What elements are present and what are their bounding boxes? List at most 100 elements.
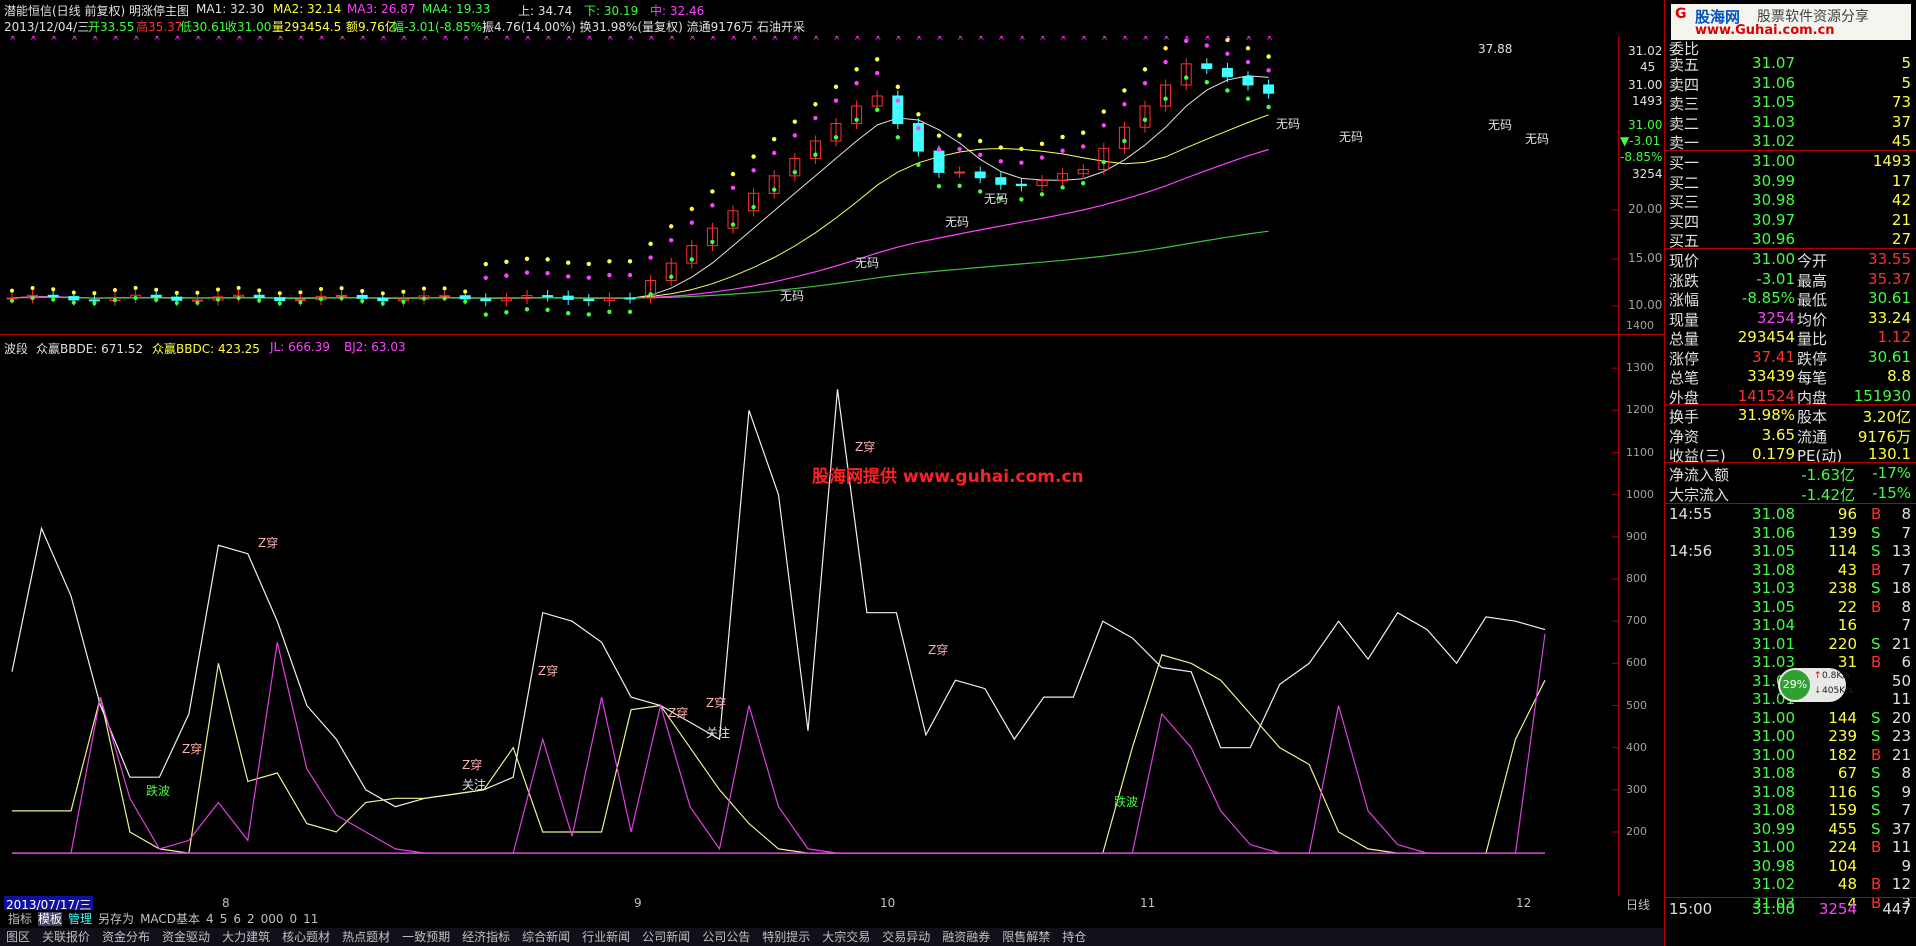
annotation-wuma: 无码 bbox=[855, 256, 880, 270]
tick-row[interactable]: 31.02 48 B 12 bbox=[1665, 875, 1916, 895]
tick-row[interactable]: 31.05 22 B 8 bbox=[1665, 598, 1916, 618]
bid-row[interactable]: 买五 30.96 27 bbox=[1665, 230, 1916, 250]
toolbar-template[interactable]: 模板 bbox=[38, 912, 63, 926]
ask-volume: 5 bbox=[1901, 54, 1911, 72]
tick-row[interactable]: 31.01 220 S 21 bbox=[1665, 635, 1916, 655]
bid-row[interactable]: 买二 30.99 17 bbox=[1665, 172, 1916, 192]
tick-row[interactable]: 30.99 455 S 37 bbox=[1665, 820, 1916, 840]
series-line-1 bbox=[11, 389, 1546, 808]
info-tab[interactable]: 热点题材 bbox=[342, 930, 390, 944]
info-tab[interactable]: 交易异动 bbox=[882, 930, 930, 944]
tick-row[interactable]: 31.04 16 7 bbox=[1665, 616, 1916, 636]
toolbar-param[interactable]: 4 bbox=[206, 912, 214, 926]
tick-row[interactable]: 31.08 116 S 9 bbox=[1665, 783, 1916, 803]
y-axis-label: 700 bbox=[1626, 614, 1647, 628]
toolbar-save-as[interactable]: 另存为 bbox=[98, 912, 134, 926]
tick-row[interactable]: 31.00 144 S 20 bbox=[1665, 709, 1916, 729]
toolbar-indicator[interactable]: 指标 bbox=[8, 912, 32, 926]
signal-dot-yellow bbox=[854, 67, 859, 72]
info-tab[interactable]: 核心题材 bbox=[282, 930, 330, 944]
candlestick-chart[interactable]: × × × × × × × × × × × × × × × × × × × × × × × × × × × × × × × × × × × × × × × ×… bbox=[0, 36, 1618, 334]
signal-dot-yellow bbox=[463, 289, 468, 294]
info-tab[interactable]: 大力建筑 bbox=[222, 930, 270, 944]
ask-row[interactable]: 卖二 31.03 37 bbox=[1665, 113, 1916, 133]
stat-row[interactable]: 现量 3254 均价 33.24 bbox=[1665, 309, 1916, 329]
info-tab[interactable]: 行业新闻 bbox=[582, 930, 630, 944]
ask-row[interactable]: 卖四 31.06 5 bbox=[1665, 74, 1916, 94]
tick-row[interactable]: 31.08 43 B 7 bbox=[1665, 561, 1916, 581]
logo-icon: G bbox=[1675, 6, 1687, 22]
info-tab[interactable]: 融资融券 bbox=[942, 930, 990, 944]
info-tab[interactable]: 图区 bbox=[6, 930, 30, 944]
stat-row[interactable]: 总量 293454 量比 1.12 bbox=[1665, 328, 1916, 348]
info-tab[interactable]: 特别提示 bbox=[762, 930, 810, 944]
tick-side: S bbox=[1871, 782, 1881, 801]
bid-row[interactable]: 买三 30.98 42 bbox=[1665, 191, 1916, 211]
info-tab[interactable]: 一致预期 bbox=[402, 930, 450, 944]
toolbar-param[interactable]: 5 bbox=[220, 912, 228, 926]
info-tab[interactable]: 经济指标 bbox=[462, 930, 510, 944]
signal-dot-yellow bbox=[154, 287, 159, 292]
signal-dot-pink bbox=[710, 203, 715, 208]
toolbar-macd[interactable]: MACD基本 bbox=[140, 912, 200, 926]
tick-row[interactable]: 14:56 31.05 114 S 13 bbox=[1665, 542, 1916, 562]
tick-price: 31.00 bbox=[1752, 708, 1795, 727]
stat-row[interactable]: 涨跌 -3.01 最高 35.37 bbox=[1665, 270, 1916, 290]
tick-row[interactable]: 31.00 182 B 21 bbox=[1665, 746, 1916, 766]
top-x-mark: × bbox=[895, 36, 903, 43]
ask-row[interactable]: 卖一 31.02 45 bbox=[1665, 132, 1916, 152]
tick-row[interactable]: 31.06 139 S 7 bbox=[1665, 524, 1916, 544]
toolbar-manage[interactable]: 管理 bbox=[68, 912, 92, 926]
tick-row-last[interactable]: 15:00 31.00 3254 447 bbox=[1665, 900, 1916, 920]
tick-volume: 224 bbox=[1828, 838, 1857, 856]
toolbar-param[interactable]: 2 bbox=[247, 912, 255, 926]
info-tab[interactable]: 公司新闻 bbox=[642, 930, 690, 944]
bid-label: 买一 bbox=[1669, 154, 1700, 172]
stat-row[interactable]: 涨停 37.41 跌停 30.61 bbox=[1665, 348, 1916, 368]
flow-row[interactable]: 大宗流入 -1.42亿 -15% bbox=[1665, 484, 1916, 504]
info-tab[interactable]: 关联报价 bbox=[42, 930, 90, 944]
stat-row[interactable]: 换手 31.98% 股本 3.20亿 bbox=[1665, 406, 1916, 426]
lower-band-label: 下: 30.19 bbox=[584, 4, 639, 18]
axis-label-last: 31.00 bbox=[1628, 118, 1663, 132]
tick-row[interactable]: 31.08 67 S 8 bbox=[1665, 764, 1916, 784]
signal-dot-yellow bbox=[1142, 67, 1148, 72]
toolbar-param[interactable]: 0 bbox=[290, 912, 298, 926]
ma4-line bbox=[11, 230, 1269, 299]
signal-dot-yellow bbox=[1081, 130, 1086, 135]
info-tab[interactable]: 限售解禁 bbox=[1002, 930, 1050, 944]
toolbar-param[interactable]: 000 bbox=[261, 912, 284, 926]
tick-row[interactable]: 31.03 238 S 18 bbox=[1665, 579, 1916, 599]
tick-row[interactable]: 31.00 239 S 23 bbox=[1665, 727, 1916, 747]
y-axis-label: 1000 bbox=[1626, 487, 1654, 501]
stat-row[interactable]: 总笔 33439 每笔 8.8 bbox=[1665, 367, 1916, 387]
info-tab[interactable]: 综合新闻 bbox=[522, 930, 570, 944]
chart-title: 潜能恒信(日线 前复权) 明涨停主图 bbox=[4, 4, 189, 18]
stat-row[interactable]: 现价 31.00 今开 33.55 bbox=[1665, 250, 1916, 270]
bid-row[interactable]: 买一 31.00 1493 bbox=[1665, 152, 1916, 172]
toolbar-param[interactable]: 6 bbox=[233, 912, 241, 926]
tick-row[interactable]: 31.00 224 B 11 bbox=[1665, 838, 1916, 858]
flow-percent: -15% bbox=[1872, 483, 1911, 502]
speed-up-icon: ↑ bbox=[1814, 671, 1822, 681]
bid-row[interactable]: 买四 30.97 21 bbox=[1665, 211, 1916, 231]
tick-row[interactable]: 30.98 104 9 bbox=[1665, 857, 1916, 877]
tick-row[interactable]: 14:55 31.08 96 B 8 bbox=[1665, 505, 1916, 525]
info-tab[interactable]: 大宗交易 bbox=[822, 930, 870, 944]
ask-row[interactable]: 卖三 31.05 73 bbox=[1665, 93, 1916, 113]
stat-row[interactable]: 净资 3.65 流通 9176万 bbox=[1665, 426, 1916, 446]
signal-dot-pink bbox=[1039, 155, 1045, 160]
indicator-chart[interactable] bbox=[0, 336, 1618, 896]
flow-row[interactable]: 净流入额 -1.63亿 -17% bbox=[1665, 464, 1916, 484]
tick-row[interactable]: 31.08 159 S 7 bbox=[1665, 801, 1916, 821]
ask-row[interactable]: 卖五 31.07 5 bbox=[1665, 54, 1916, 74]
info-tab[interactable]: 公司公告 bbox=[702, 930, 750, 944]
y-axis-label: 800 bbox=[1626, 572, 1647, 585]
info-tab[interactable]: 资金驱动 bbox=[162, 930, 210, 944]
stat-row[interactable]: 涨幅 -8.85% 最低 30.61 bbox=[1665, 289, 1916, 309]
toolbar-param[interactable]: 11 bbox=[303, 912, 318, 926]
info-tab[interactable]: 持仓 bbox=[1062, 930, 1086, 944]
signal-dot-green bbox=[113, 298, 117, 303]
info-tab[interactable]: 资金分布 bbox=[102, 930, 150, 944]
signal-dot-pink bbox=[1081, 144, 1086, 149]
